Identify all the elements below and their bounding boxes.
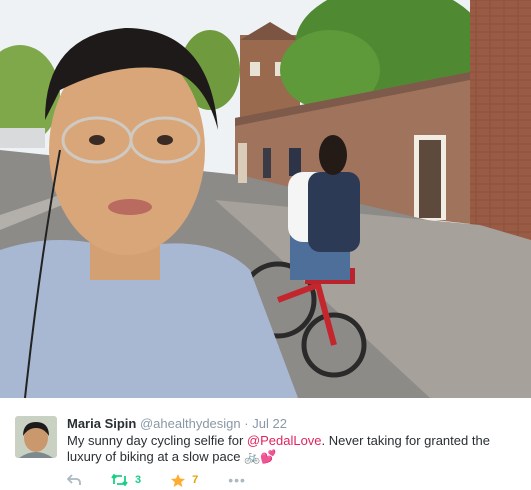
avatar-image [15,416,57,458]
more-button[interactable]: ••• [228,472,246,488]
cycling-selfie-image [0,0,531,398]
reply-icon [67,474,81,485]
star-icon [171,473,186,487]
tweet-emoji: 🚲💕 [244,449,277,464]
tweet-text: My sunny day cycling selfie for @PedalLo… [67,433,522,465]
avatar[interactable] [15,416,57,458]
tweet-date[interactable]: Jul 22 [252,416,287,431]
display-name[interactable]: Maria Sipin [67,416,136,431]
favorite-count: 7 [192,474,199,486]
favorite-button[interactable]: 7 [171,473,199,487]
user-handle[interactable]: @ahealthydesign [140,416,241,431]
retweet-count: 3 [135,474,142,486]
tweet-card: Maria Sipin @ahealthydesign · Jul 22 My … [0,0,531,490]
tweet-actions: 3 7 ••• [67,472,276,488]
tweet-header: Maria Sipin @ahealthydesign · Jul 22 [67,416,287,431]
more-icon: ••• [228,472,246,488]
separator: · [244,416,249,431]
reply-button[interactable] [67,474,81,486]
tweet-photo[interactable] [0,0,531,398]
mention-link[interactable]: @PedalLove [247,433,322,448]
retweet-icon [111,474,128,486]
tweet-text-prefix: My sunny day cycling selfie for [67,433,247,448]
retweet-button[interactable]: 3 [111,474,141,486]
tweet-body: Maria Sipin @ahealthydesign · Jul 22 My … [0,398,531,490]
